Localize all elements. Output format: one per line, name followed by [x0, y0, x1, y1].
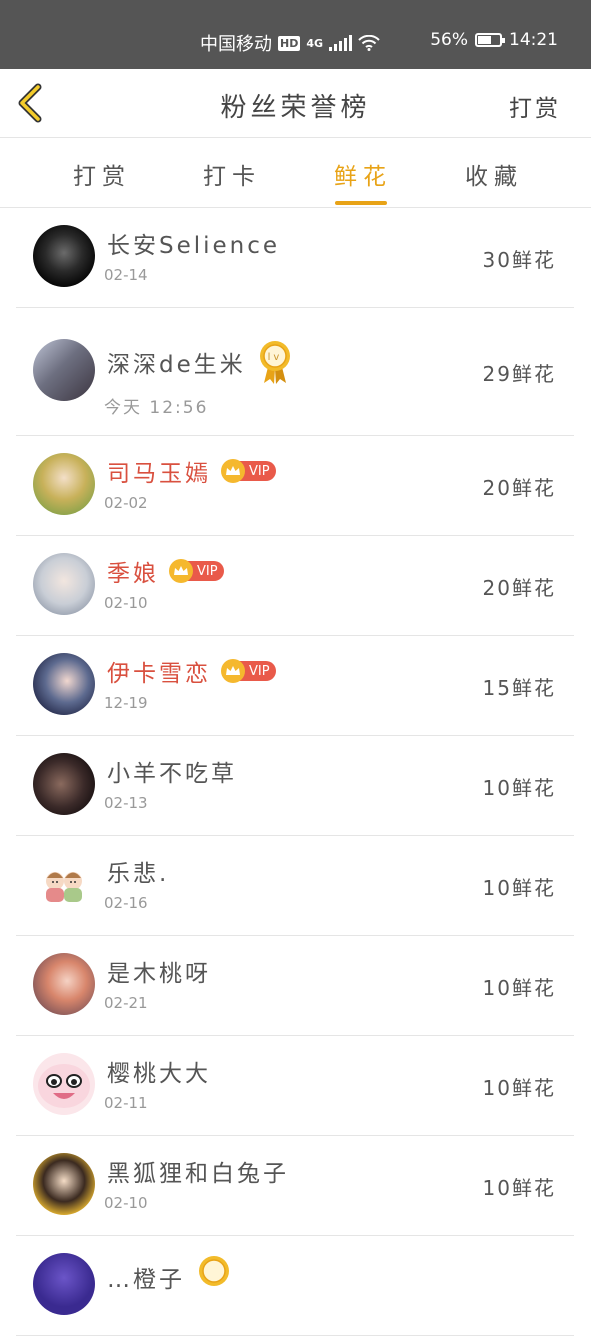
list-item[interactable]: 司马玉嫣 VIP 02-02 20鲜花	[16, 436, 574, 536]
flower-count: 30鲜花	[482, 248, 556, 272]
fan-date: 02-10	[104, 1194, 148, 1212]
flower-count: 20鲜花	[482, 476, 556, 500]
crown-icon	[221, 659, 245, 683]
flower-count: 10鲜花	[482, 776, 556, 800]
avatar[interactable]	[33, 1053, 95, 1115]
carrier-name: 中国移动	[200, 34, 272, 55]
crown-icon	[221, 459, 245, 483]
status-right: 56% 14:21	[430, 30, 558, 50]
avatar[interactable]	[33, 339, 95, 401]
app-header: 粉丝荣誉榜 打赏	[0, 69, 591, 138]
tab-label: 打卡	[203, 164, 261, 190]
fan-name: 樱桃大大	[107, 1061, 211, 1087]
flower-count: 10鲜花	[482, 1176, 556, 1200]
avatar[interactable]	[33, 653, 95, 715]
avatar[interactable]	[33, 953, 95, 1015]
tab-checkin[interactable]: 打卡	[182, 157, 282, 191]
avatar[interactable]	[33, 453, 95, 515]
list-item[interactable]: 季娘 VIP 02-10 20鲜花	[16, 536, 574, 636]
tab-label: 打赏	[73, 164, 131, 190]
vip-badge: VIP	[221, 459, 276, 483]
avatar[interactable]	[33, 1153, 95, 1215]
cartoon-avatar-image	[38, 1064, 90, 1108]
fan-date: 12-19	[104, 694, 148, 712]
active-tab-underline	[335, 201, 387, 205]
status-bar: 中国移动 HD 4G 56% 14:21	[0, 0, 591, 69]
fan-name: 司马玉嫣 VIP	[107, 454, 276, 488]
fan-date: 02-21	[104, 994, 148, 1012]
tab-bar: 打赏 打卡 鲜花 收藏	[0, 138, 591, 208]
avatar[interactable]	[33, 225, 95, 287]
fan-name: 小羊不吃草	[107, 761, 237, 787]
flower-count: 10鲜花	[482, 876, 556, 900]
svg-text:lv: lv	[267, 352, 282, 363]
fan-name: 是木桃呀	[107, 961, 211, 987]
flower-count: 10鲜花	[482, 976, 556, 1000]
fan-name: 长安Selience	[107, 233, 281, 259]
tab-flowers[interactable]: 鲜花	[313, 157, 413, 205]
list-item[interactable]: 黑狐狸和白兔子 02-10 10鲜花	[16, 1136, 574, 1236]
fan-date: 02-16	[104, 894, 148, 912]
avatar[interactable]	[33, 1253, 95, 1315]
list-item[interactable]: 小羊不吃草 02-13 10鲜花	[16, 736, 574, 836]
tab-label: 收藏	[465, 164, 523, 190]
avatar[interactable]	[33, 853, 95, 915]
level-medal-icon: lv	[259, 341, 290, 384]
crown-icon	[169, 559, 193, 583]
list-item[interactable]: 樱桃大大 02-11 10鲜花	[16, 1036, 574, 1136]
battery-icon	[475, 33, 505, 47]
signal-icon	[329, 35, 353, 51]
fan-name: 伊卡雪恋 VIP	[107, 654, 276, 688]
fan-date: 02-02	[104, 494, 148, 512]
avatar[interactable]	[33, 753, 95, 815]
fan-name: …橙子	[107, 1254, 231, 1300]
wifi-icon	[358, 35, 380, 51]
list-item[interactable]: 是木桃呀 02-21 10鲜花	[16, 936, 574, 1036]
fan-date: 02-11	[104, 1094, 148, 1112]
fan-date: 02-13	[104, 794, 148, 812]
hd-icon: HD	[278, 35, 301, 51]
cartoon-avatar-image	[46, 872, 82, 902]
fan-list: 长安Selience 02-14 30鲜花 深深de生米 lv 今天 12:56…	[16, 208, 574, 1336]
list-item[interactable]: …橙子	[16, 1236, 574, 1336]
fan-date: 02-14	[104, 266, 148, 284]
tab-reward[interactable]: 打赏	[52, 157, 152, 191]
battery-percent: 56%	[430, 30, 468, 50]
list-item[interactable]: 深深de生米 lv 今天 12:56 29鲜花	[16, 308, 574, 436]
clock: 14:21	[509, 30, 558, 50]
fan-date: 今天 12:56	[104, 398, 209, 418]
network-type: 4G	[306, 36, 324, 50]
list-item[interactable]: 乐悲. 02-16 10鲜花	[16, 836, 574, 936]
level-medal-icon	[199, 1256, 229, 1286]
avatar[interactable]	[33, 553, 95, 615]
fan-name: 季娘 VIP	[107, 554, 224, 588]
list-item[interactable]: 长安Selience 02-14 30鲜花	[16, 208, 574, 308]
vip-badge: VIP	[221, 659, 276, 683]
flower-count: 15鲜花	[482, 676, 556, 700]
page-title: 粉丝荣誉榜	[220, 93, 371, 123]
fan-name: 乐悲.	[107, 861, 170, 887]
tab-favorites[interactable]: 收藏	[444, 157, 544, 191]
list-item[interactable]: 伊卡雪恋 VIP 12-19 15鲜花	[16, 636, 574, 736]
tab-label: 鲜花	[334, 164, 392, 190]
fan-name: 黑狐狸和白兔子	[107, 1161, 289, 1187]
carrier-info: 中国移动 HD 4G	[200, 30, 380, 56]
fan-date: 02-10	[104, 594, 148, 612]
flower-count: 29鲜花	[482, 362, 556, 386]
flower-count: 20鲜花	[482, 576, 556, 600]
flower-count: 10鲜花	[482, 1076, 556, 1100]
reward-button[interactable]: 打赏	[509, 89, 561, 123]
vip-badge: VIP	[169, 559, 224, 583]
fan-name: 深深de生米 lv	[107, 339, 292, 385]
